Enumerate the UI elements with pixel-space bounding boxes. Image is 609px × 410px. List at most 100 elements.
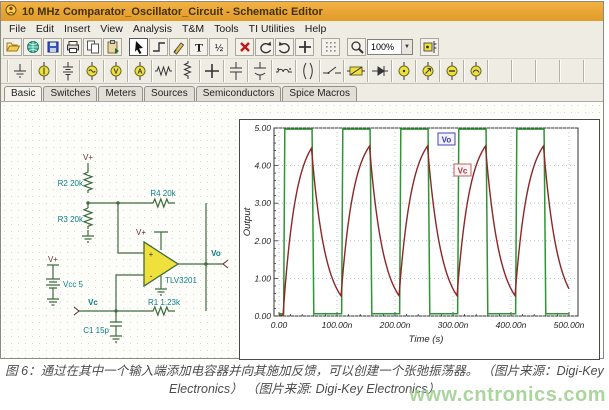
- schematic-drawing: + - V+ V+ V+ R2 20k R3 20k: [36, 146, 236, 356]
- title-bar[interactable]: 10 MHz Comparator_Oscillator_Circuit - S…: [1, 2, 603, 21]
- main-toolbar: T ½ 100% ▼: [1, 36, 603, 58]
- print-button[interactable]: [63, 38, 82, 56]
- x-tick-label: 300.00n: [438, 320, 469, 330]
- ground-opamp: [155, 289, 167, 295]
- opamp-label: TLV3201: [165, 276, 197, 285]
- zoom-level-select[interactable]: 100% ▼: [367, 39, 413, 55]
- text-button[interactable]: T: [189, 38, 208, 56]
- component-capacitor-button[interactable]: [224, 60, 248, 82]
- zoom-level-value: 100%: [371, 42, 394, 52]
- component-voltage-source-button[interactable]: [32, 60, 56, 82]
- component-electrolytic-capacitor-button[interactable]: [248, 60, 272, 82]
- x-tick-label: 500.00n: [554, 320, 585, 330]
- select-arrow-button[interactable]: [129, 38, 148, 56]
- x-tick-label: 100.00n: [322, 320, 353, 330]
- vplus-label-opamp: V+: [136, 228, 146, 237]
- acquire-button[interactable]: [23, 38, 42, 56]
- component-voltmeter-button[interactable]: V: [104, 60, 128, 82]
- r2-label: R2 20k: [58, 179, 84, 188]
- move-button[interactable]: [295, 38, 314, 56]
- component-battery-button[interactable]: [56, 60, 80, 82]
- tab-semiconductors[interactable]: Semiconductors: [196, 86, 282, 101]
- component-slot-empty: [488, 60, 512, 82]
- legend-vc[interactable]: Vc: [454, 164, 471, 176]
- tab-sources[interactable]: Sources: [144, 86, 195, 101]
- save-button[interactable]: [43, 38, 62, 56]
- opamp-minus-input-label: -: [150, 271, 153, 281]
- vo-pin: [223, 260, 228, 268]
- menu-item-ti-utilities[interactable]: TI Utilities: [244, 23, 300, 35]
- fraction-button[interactable]: ½: [209, 38, 228, 56]
- component-relay-button[interactable]: [344, 60, 368, 82]
- vplus-label-battery: V+: [48, 255, 58, 264]
- component-slot-empty: [536, 60, 560, 82]
- caption-line1: 图 6：通过在其中一个输入端添加电容器并向其施加反馈，可以创建一个张弛振荡器。 …: [0, 362, 609, 380]
- y-tick-label: 1.00: [254, 273, 271, 283]
- zoom-button[interactable]: [347, 38, 366, 56]
- component-meter-3-button[interactable]: [440, 60, 464, 82]
- chevron-down-icon[interactable]: ▼: [401, 40, 412, 54]
- y-tick-label: 0.00: [254, 311, 271, 321]
- tab-basic[interactable]: Basic: [4, 86, 42, 101]
- wire-network: [46, 163, 223, 342]
- menu-item-edit[interactable]: Edit: [31, 23, 59, 35]
- grid-button[interactable]: [321, 38, 340, 56]
- wire-button[interactable]: [149, 38, 168, 56]
- ground-r3: [82, 236, 94, 242]
- svg-text:½: ½: [214, 43, 223, 54]
- capacitor-c1: [110, 322, 122, 326]
- component-ground-button[interactable]: [8, 60, 32, 82]
- menu-item-view[interactable]: View: [95, 23, 128, 35]
- r3-label: R3 20k: [58, 215, 84, 224]
- svg-text:Vo: Vo: [442, 136, 452, 145]
- component-resistor-vertical-button[interactable]: [176, 60, 200, 82]
- menu-item-t-m[interactable]: T&M: [177, 23, 209, 35]
- legend-vo[interactable]: Vo: [438, 133, 455, 145]
- delete-button[interactable]: [235, 38, 254, 56]
- component-meter-1-button[interactable]: [392, 60, 416, 82]
- component-inductor-button[interactable]: [272, 60, 296, 82]
- y-tick-label: 5.00: [254, 123, 271, 133]
- svg-text:A: A: [137, 69, 142, 76]
- window-title: 10 MHz Comparator_Oscillator_Circuit - S…: [22, 6, 323, 18]
- tab-spice-macros[interactable]: Spice Macros: [282, 86, 357, 101]
- menu-item-help[interactable]: Help: [300, 23, 332, 35]
- vcc-label: Vcc 5: [63, 280, 84, 289]
- ground-c1: [110, 336, 122, 342]
- pen-button[interactable]: [169, 38, 188, 56]
- menu-item-tools[interactable]: Tools: [209, 23, 244, 35]
- figure-caption: 图 6：通过在其中一个输入端添加电容器并向其施加反馈，可以创建一个张弛振荡器。 …: [0, 362, 609, 398]
- component-switch-button[interactable]: [320, 60, 344, 82]
- component-meter-4-button[interactable]: [464, 60, 488, 82]
- battery-vcc: [46, 279, 60, 288]
- component-node-cross-button[interactable]: [200, 60, 224, 82]
- component-diode-button[interactable]: [368, 60, 392, 82]
- svg-text:T: T: [194, 41, 202, 55]
- component-voltage-generator-button[interactable]: [80, 60, 104, 82]
- y-axis-label: Output: [242, 207, 253, 236]
- tab-meters[interactable]: Meters: [98, 86, 143, 101]
- y-tick-label: 3.00: [254, 198, 271, 208]
- component-transformer-button[interactable]: [296, 60, 320, 82]
- undo-button[interactable]: [255, 38, 274, 56]
- x-axis-label: Time (s): [409, 334, 444, 345]
- vc-node-label: Vc: [88, 298, 98, 307]
- component-ammeter-button[interactable]: A: [128, 60, 152, 82]
- component-slot-empty: [560, 60, 584, 82]
- component-resistor-button[interactable]: [152, 60, 176, 82]
- component-meter-2-button[interactable]: [416, 60, 440, 82]
- tab-switches[interactable]: Switches: [43, 86, 97, 101]
- resistor-r1: [151, 307, 175, 315]
- interactive-button[interactable]: [420, 38, 439, 56]
- c1-label: C1 15p: [83, 326, 109, 335]
- menu-item-insert[interactable]: Insert: [59, 23, 95, 35]
- redo-button[interactable]: [275, 38, 294, 56]
- schematic-editor-window: 10 MHz Comparator_Oscillator_Circuit - S…: [0, 1, 604, 359]
- paste-button[interactable]: [103, 38, 122, 56]
- menu-item-analysis[interactable]: Analysis: [128, 23, 177, 35]
- copy-button[interactable]: [83, 38, 102, 56]
- menu-item-file[interactable]: File: [4, 23, 31, 35]
- open-button[interactable]: [3, 38, 22, 56]
- screenshot-stage: 10 MHz Comparator_Oscillator_Circuit - S…: [0, 0, 609, 407]
- schematic-canvas[interactable]: + - V+ V+ V+ R2 20k R3 20k: [1, 101, 603, 358]
